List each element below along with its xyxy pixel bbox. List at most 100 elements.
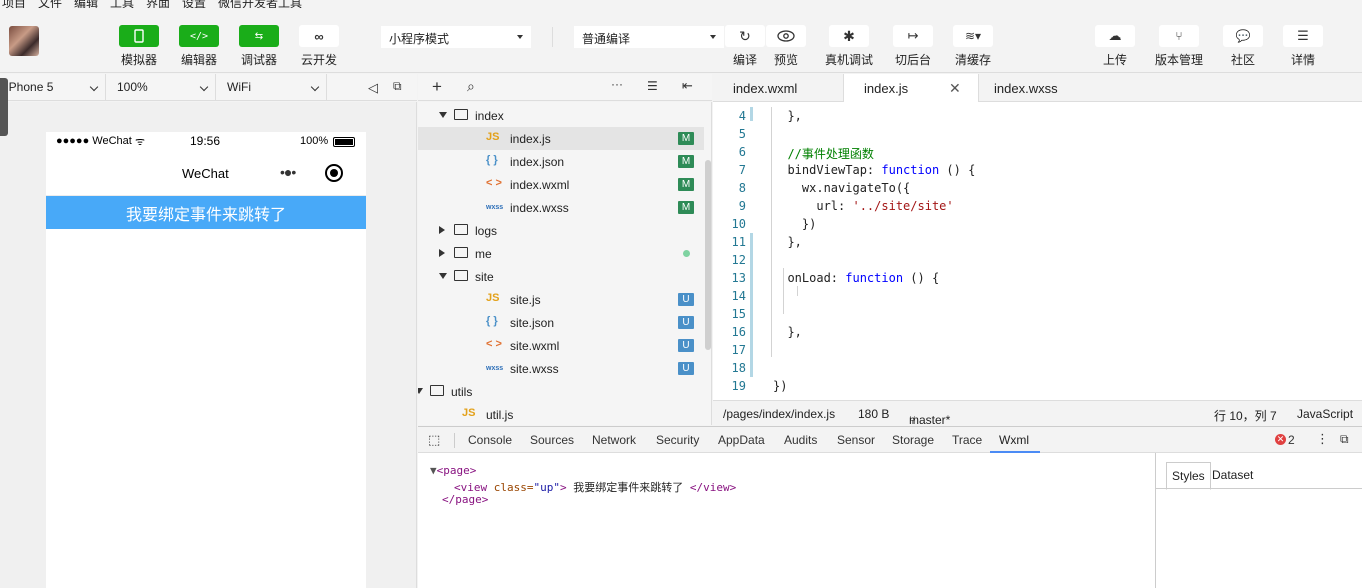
caret-down-icon[interactable] xyxy=(418,388,423,394)
caret-right-icon[interactable] xyxy=(439,226,445,234)
close-capsule-icon[interactable] xyxy=(325,164,343,182)
file-item[interactable]: wxss site.wxss U xyxy=(418,357,704,380)
device-select[interactable]: iPhone 5 xyxy=(0,74,106,101)
folder-item[interactable]: utils xyxy=(418,380,704,403)
code-line[interactable]: 19}) xyxy=(713,377,1362,395)
code-line[interactable]: 13 onLoad: function () { xyxy=(713,269,1362,287)
editor-toggle-button[interactable]: </> xyxy=(179,25,219,47)
network-select[interactable]: WiFi xyxy=(216,74,327,101)
clear-cache-button[interactable]: ≋▾ xyxy=(953,25,993,47)
error-count[interactable]: 2 xyxy=(1288,433,1295,447)
more-icon[interactable]: ··· xyxy=(611,77,623,91)
menu-item[interactable]: 项目 xyxy=(2,0,26,8)
community-button[interactable]: 💬 xyxy=(1223,25,1263,47)
expand-arrow-icon[interactable]: ▼ xyxy=(430,464,437,477)
menu-item[interactable]: 工具 xyxy=(110,0,134,8)
inspect-icon[interactable]: ⬚ xyxy=(428,432,440,448)
tab-console[interactable]: Console xyxy=(468,433,512,447)
menu-item[interactable]: 编辑 xyxy=(74,0,98,8)
collapse-icon[interactable]: ☰ xyxy=(647,79,658,93)
tab-index-js[interactable]: index.js ✕ xyxy=(843,74,979,103)
tab-trace[interactable]: Trace xyxy=(952,433,982,447)
cursor-position[interactable]: 行 10，列 7 xyxy=(1214,407,1277,424)
file-item[interactable]: < > site.wxml U xyxy=(418,334,704,357)
compile-select[interactable]: 普通编译 xyxy=(574,26,724,48)
code-line[interactable]: 18 xyxy=(713,359,1362,377)
caret-right-icon[interactable] xyxy=(439,249,445,257)
search-icon[interactable]: ⌕ xyxy=(467,78,475,95)
jump-view[interactable]: 我要绑定事件来跳转了 xyxy=(46,196,366,229)
collapse-panel-icon[interactable]: ⇤ xyxy=(682,78,693,94)
dock-icon[interactable]: ⧉ xyxy=(1340,432,1349,447)
code-line[interactable]: 5 xyxy=(713,125,1362,143)
version-control-button[interactable]: ⑂ xyxy=(1159,25,1199,47)
tab-index-wxss[interactable]: index.wxss xyxy=(974,74,1078,102)
caret-down-icon[interactable] xyxy=(439,273,447,279)
avatar[interactable] xyxy=(9,26,39,56)
tab-storage[interactable]: Storage xyxy=(892,433,934,447)
folder-item[interactable]: site xyxy=(418,265,704,288)
file-item[interactable]: wxss index.wxss M xyxy=(418,196,704,219)
tab-dataset[interactable]: Dataset xyxy=(1207,462,1258,490)
code-line[interactable]: 7 bindViewTap: function () { xyxy=(713,161,1362,179)
tab-audits[interactable]: Audits xyxy=(784,433,817,447)
code-line[interactable]: 9 url: '../site/site' xyxy=(713,197,1362,215)
code-line[interactable]: 12 xyxy=(713,251,1362,269)
kebab-menu-icon[interactable]: ⋮ xyxy=(1316,431,1329,447)
file-item[interactable]: JS util.js xyxy=(418,403,704,425)
tab-network[interactable]: Network xyxy=(592,433,636,447)
code-line[interactable]: 10 }) xyxy=(713,215,1362,233)
popout-icon[interactable]: ⧉ xyxy=(393,79,402,94)
tab-index-wxml[interactable]: index.wxml xyxy=(713,74,817,102)
file-item[interactable]: { } site.json U xyxy=(418,311,704,334)
code-line[interactable]: 15 xyxy=(713,305,1362,323)
tab-sources[interactable]: Sources xyxy=(530,433,574,447)
tab-appdata[interactable]: AppData xyxy=(718,433,765,447)
debugger-toggle-button[interactable]: ⇆ xyxy=(239,25,279,47)
caret-down-icon[interactable] xyxy=(439,112,447,118)
side-drawer-handle[interactable] xyxy=(0,78,8,136)
simulator-toggle-button[interactable] xyxy=(119,25,159,47)
code-line[interactable]: 11 }, xyxy=(713,233,1362,251)
code-line[interactable]: 4 }, xyxy=(713,107,1362,125)
code-line[interactable]: 14 xyxy=(713,287,1362,305)
folder-item[interactable]: logs xyxy=(418,219,704,242)
details-button[interactable]: ☰ xyxy=(1283,25,1323,47)
volume-icon[interactable]: ◁ xyxy=(368,80,378,96)
more-dots-icon[interactable]: •●• xyxy=(280,164,296,180)
menu-item[interactable]: 界面 xyxy=(146,0,170,8)
folder-item[interactable]: me xyxy=(418,242,704,265)
remote-debug-button[interactable]: ✱ xyxy=(829,25,869,47)
code-editor[interactable]: 4 }, 5 6 //事件处理函数 7 bindViewTap: function (… xyxy=(713,102,1362,400)
preview-button[interactable] xyxy=(766,25,806,47)
folder-item[interactable]: index xyxy=(418,104,704,127)
switch-background-button[interactable]: ↦ xyxy=(893,25,933,47)
file-item[interactable]: JS site.js U xyxy=(418,288,704,311)
code-line[interactable]: 6 //事件处理函数 xyxy=(713,143,1362,161)
file-item[interactable]: < > index.wxml M xyxy=(418,173,704,196)
code-line[interactable]: 8 wx.navigateTo({ xyxy=(713,179,1362,197)
cloud-dev-button[interactable]: ∞ xyxy=(299,25,339,47)
file-item[interactable]: JS index.js M xyxy=(418,127,704,150)
zoom-select[interactable]: 100% xyxy=(106,74,216,101)
page-node[interactable]: ▼<page> xyxy=(430,464,476,477)
tab-security[interactable]: Security xyxy=(656,433,699,447)
tab-styles[interactable]: Styles xyxy=(1166,462,1211,490)
tab-sensor[interactable]: Sensor xyxy=(837,433,875,447)
close-icon[interactable]: ✕ xyxy=(949,80,961,97)
language-mode[interactable]: JavaScript xyxy=(1297,407,1353,421)
add-icon[interactable]: + xyxy=(432,77,442,97)
code-line[interactable]: 16 }, xyxy=(713,323,1362,341)
menu-item[interactable]: 微信开发者工具 xyxy=(218,0,302,8)
error-icon[interactable]: ✕ xyxy=(1275,434,1286,445)
file-item[interactable]: { } index.json M xyxy=(418,150,704,173)
compile-button[interactable]: ↻ xyxy=(725,25,765,47)
code-line[interactable]: 17 xyxy=(713,341,1362,359)
mode-select[interactable]: 小程序模式 xyxy=(381,26,531,48)
upload-button[interactable]: ☁ xyxy=(1095,25,1135,47)
view-node[interactable]: <view class="up"> 我要绑定事件来跳转了 </view> xyxy=(454,479,736,495)
menu-item[interactable]: 设置 xyxy=(182,0,206,8)
tab-wxml[interactable]: Wxml xyxy=(999,433,1029,447)
menu-item[interactable]: 文件 xyxy=(38,0,62,8)
file-tree-scrollbar[interactable] xyxy=(705,160,711,350)
